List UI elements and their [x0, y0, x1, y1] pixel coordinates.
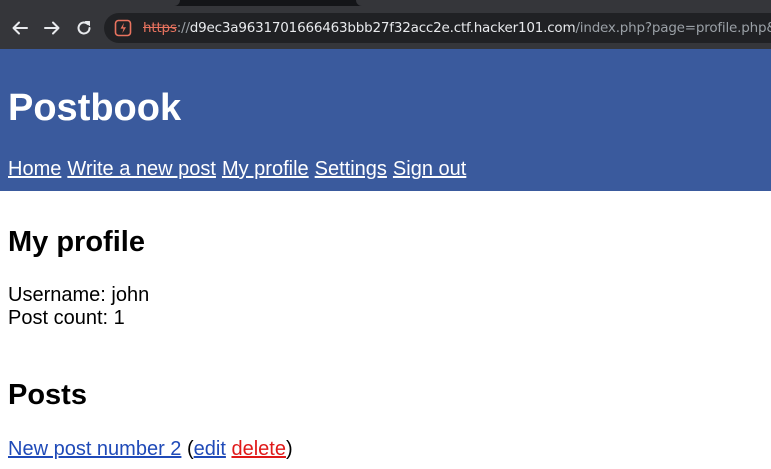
url-path: /index.php?page=profile.php&id=e — [575, 20, 771, 36]
profile-info: Username: john Post count: 1 — [8, 284, 149, 330]
username-label: Username: — [8, 284, 106, 306]
site-title: Postbook — [8, 87, 182, 129]
post-count-label: Post count: — [8, 307, 109, 329]
site-header: Postbook Home Write a new post My profile S… — [0, 49, 771, 191]
nav-link-settings[interactable]: Settings — [315, 158, 387, 180]
open-paren: ( — [186, 438, 194, 460]
post-count-value: 1 — [113, 307, 125, 329]
nav-link-write-post[interactable]: Write a new post — [67, 158, 216, 180]
post-count-row: Post count: 1 — [8, 307, 149, 330]
browser-chrome: https://d9ec3a9631701666463bbb27f32acc2e… — [0, 0, 771, 49]
not-secure-icon[interactable] — [114, 19, 132, 37]
back-arrow-icon[interactable] — [8, 16, 32, 40]
close-paren: ) — [285, 438, 293, 460]
nav-link-my-profile[interactable]: My profile — [222, 158, 309, 180]
main-nav: Home Write a new post My profile Settings Si… — [8, 157, 472, 181]
browser-toolbar: https://d9ec3a9631701666463bbb27f32acc2e… — [0, 6, 771, 49]
forward-arrow-icon[interactable] — [40, 16, 64, 40]
page-title: My profile — [8, 226, 145, 258]
address-bar[interactable]: https://d9ec3a9631701666463bbb27f32acc2e… — [104, 13, 771, 43]
username-row: Username: john — [8, 284, 149, 307]
posts-heading: Posts — [8, 379, 87, 411]
list-item: New post number 2 (edit delete) — [8, 437, 293, 461]
url-separator: :// — [176, 20, 190, 36]
url-host: d9ec3a9631701666463bbb27f32acc2e.ctf.hac… — [189, 20, 576, 36]
nav-link-sign-out[interactable]: Sign out — [393, 158, 466, 180]
post-title-link[interactable]: New post number 2 — [8, 438, 181, 460]
delete-post-link[interactable]: delete — [231, 438, 286, 460]
url-scheme: https — [143, 20, 177, 36]
username-value: john — [111, 284, 150, 306]
nav-link-home[interactable]: Home — [8, 158, 61, 180]
reload-icon[interactable] — [72, 16, 96, 40]
url-text[interactable]: https://d9ec3a9631701666463bbb27f32acc2e… — [143, 20, 771, 36]
edit-post-link[interactable]: edit — [194, 438, 226, 460]
